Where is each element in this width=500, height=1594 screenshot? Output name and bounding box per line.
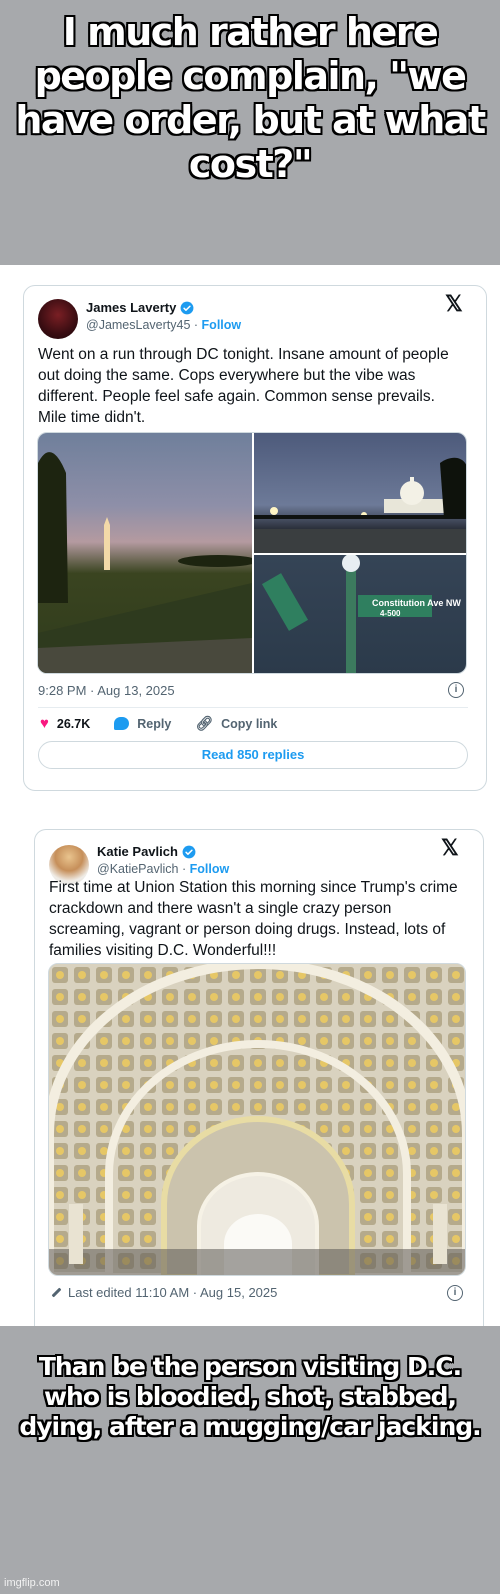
speech-bubble-icon — [114, 717, 130, 730]
tweet-card-laverty[interactable]: James Laverty @JamesLaverty45 · Follow 𝕏… — [23, 285, 487, 791]
x-logo-icon[interactable]: 𝕏 — [445, 291, 463, 317]
street-sign-text: Constitution Ave NW — [372, 598, 461, 608]
copy-link-label: Copy link — [221, 716, 278, 731]
copy-link-button[interactable]: 🔗︎ Copy link — [195, 715, 277, 732]
read-replies-button[interactable]: Read 850 replies — [38, 741, 468, 769]
author-name[interactable]: James Laverty — [86, 300, 176, 315]
photo-grid: Constitution Ave NW 4-500 — [37, 432, 467, 674]
like-button[interactable]: ♥ 26.7K — [40, 715, 90, 732]
photo-capitol[interactable] — [254, 433, 466, 553]
author-handle[interactable]: @KatiePavlich — [97, 862, 178, 876]
author-name-row: James Laverty — [86, 300, 194, 315]
link-icon: 🔗︎ — [195, 715, 214, 731]
verified-badge-icon — [182, 845, 196, 858]
x-logo-icon[interactable]: 𝕏 — [441, 835, 459, 861]
top-caption: I much rather here people complain, "we … — [15, 10, 486, 186]
bottom-caption: Than be the person visiting D.C. who is … — [19, 1352, 481, 1441]
separator-dot: · — [193, 318, 199, 332]
edit-info-row: Last edited 11:10 AM · Aug 15, 2025 — [51, 1285, 277, 1300]
follow-button[interactable]: Follow — [190, 862, 230, 876]
author-name-row: Katie Pavlich — [97, 844, 196, 859]
reply-button[interactable]: Reply — [114, 717, 171, 731]
heart-icon: ♥ — [40, 715, 49, 732]
photo-union-station[interactable] — [48, 963, 466, 1276]
avatar[interactable] — [38, 299, 78, 339]
separator-dot: · — [181, 862, 187, 876]
handle-row: @KatiePavlich · Follow — [97, 862, 229, 876]
reply-label: Reply — [137, 716, 172, 731]
last-edited[interactable]: Last edited 11:10 AM · Aug 15, 2025 — [68, 1285, 277, 1300]
info-icon[interactable]: i — [448, 682, 464, 698]
tweet-timestamp[interactable]: 9:28 PM · Aug 13, 2025 — [38, 683, 175, 698]
verified-badge-icon — [180, 301, 194, 314]
info-icon[interactable]: i — [447, 1285, 463, 1301]
pencil-icon — [51, 1287, 62, 1298]
like-count: 26.7K — [56, 716, 91, 731]
imgflip-watermark[interactable]: imgflip.com — [4, 1577, 60, 1589]
tweet-actions: ♥ 26.7K Reply 🔗︎ Copy link — [40, 715, 301, 732]
follow-button[interactable]: Follow — [202, 318, 242, 332]
photo-street-sign[interactable]: Constitution Ave NW 4-500 — [254, 555, 466, 673]
photo-washington-monument[interactable] — [38, 433, 252, 673]
handle-row: @JamesLaverty45 · Follow — [86, 318, 241, 332]
tweet-text: First time at Union Station this morning… — [49, 879, 458, 959]
street-sign-number: 4-500 — [380, 609, 401, 618]
tweet-text: Went on a run through DC tonight. Insane… — [38, 346, 449, 426]
author-handle[interactable]: @JamesLaverty45 — [86, 318, 190, 332]
divider — [38, 707, 468, 708]
tweet-card-pavlich[interactable]: Katie Pavlich @KatiePavlich · Follow 𝕏 F… — [34, 829, 484, 1326]
author-name[interactable]: Katie Pavlich — [97, 844, 178, 859]
